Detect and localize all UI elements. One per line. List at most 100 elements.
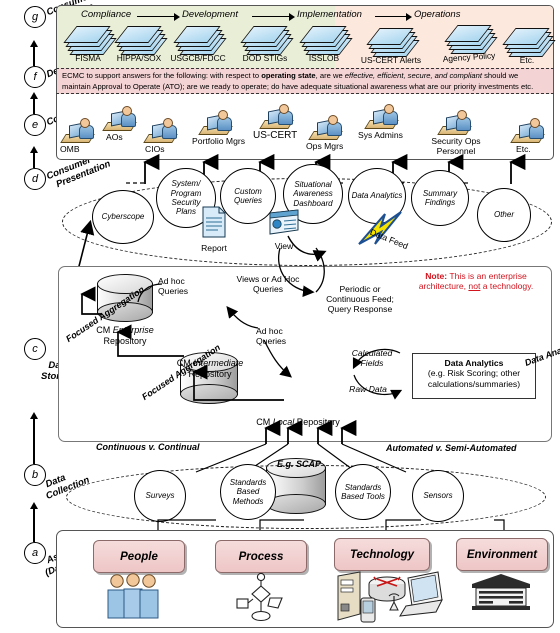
- person-workstation-icon: [60, 118, 96, 144]
- node-label: Other: [493, 210, 514, 220]
- stage-marker-f: f: [24, 66, 46, 88]
- phase-label-compliance: Compliance: [81, 9, 132, 20]
- asset-label: Technology: [349, 548, 415, 561]
- node-label: Custom Queries: [233, 186, 262, 205]
- document-stack-icon: [114, 23, 168, 55]
- asset-label: People: [120, 550, 158, 563]
- person-workstation-icon: [198, 110, 234, 136]
- consumer-security-ops-personnel: Security Ops Personnel: [413, 110, 499, 156]
- presentation-node-cyberscope[interactable]: Cyberscope: [92, 190, 154, 244]
- phase-arrow-1: [137, 11, 180, 23]
- stage-marker-e-letter: e: [31, 119, 39, 131]
- driver-item-fisma: FISMA: [63, 23, 117, 63]
- stage-marker-d: d: [24, 168, 46, 190]
- analytics-exchange-loop: [352, 348, 403, 400]
- presentation-node-summary-findings[interactable]: Summary Findings: [411, 170, 469, 226]
- stage-arrow-e-to-f: [30, 92, 37, 114]
- flowchart-icon: [234, 572, 288, 627]
- node-label: Standards Based Tools: [341, 482, 385, 501]
- driver-item-dod-stigs: DOD STIGs: [235, 23, 295, 63]
- person-workstation-icon: [437, 110, 473, 136]
- data-analytics-box[interactable]: Data Analytics (e.g. Risk Scoring; other…: [412, 353, 536, 399]
- consumer-label: CIOs: [145, 144, 165, 154]
- node-label: Cyberscope: [101, 212, 145, 222]
- driver-item-etc: Etc.: [502, 25, 556, 65]
- asset-box-environment[interactable]: Environment: [456, 538, 548, 571]
- node-label: Situational Awareness Dashboard: [293, 179, 333, 208]
- person-workstation-icon: [364, 104, 400, 130]
- consumer-omb: OMB: [60, 118, 96, 154]
- person-workstation-icon: [510, 118, 546, 144]
- presentation-node-other[interactable]: Other: [477, 188, 531, 242]
- consumer-us-cert: US-CERT: [253, 104, 297, 141]
- devices-icon: [330, 568, 443, 631]
- node-label: Surveys: [145, 491, 175, 501]
- phase-arrow-3: [375, 11, 412, 23]
- asset-label: Environment: [466, 548, 538, 561]
- asset-box-process[interactable]: Process: [215, 540, 307, 573]
- consumer-portfolio-mgrs: Portfolio Mgrs: [192, 110, 245, 146]
- stage-marker-a-letter: a: [31, 547, 39, 559]
- consumer-label: US-CERT: [253, 130, 298, 141]
- decisions-text-qualities: effective, efficient, secure, and compli…: [344, 71, 482, 80]
- artifact-report: Report: [196, 206, 232, 253]
- stage-marker-g: g: [24, 6, 46, 28]
- note-bold-prefix: Note:: [425, 271, 448, 281]
- building-icon: [470, 572, 532, 617]
- consumer-label: Security Ops Personnel: [431, 136, 481, 156]
- phase-label-development: Development: [182, 9, 238, 20]
- asset-box-people[interactable]: People: [93, 540, 185, 573]
- node-label: Data Analytics: [351, 191, 403, 201]
- stage-arrow-f-to-g: [30, 40, 37, 66]
- stage-marker-b: b: [24, 464, 46, 486]
- note-text-b: architecture,: [418, 281, 469, 291]
- asset-box-technology[interactable]: Technology: [334, 538, 430, 571]
- document-stack-icon: [240, 23, 294, 55]
- document-stack-icon: [444, 22, 498, 54]
- driver-item-agency-policy: Agency Policy: [433, 22, 505, 64]
- consumer-label: Etc.: [516, 144, 531, 154]
- document-stack-icon: [173, 23, 227, 55]
- data-analytics-sub2: calculations/summaries): [427, 378, 521, 389]
- decisions-banner: ECMC to support answers for the followin…: [56, 68, 554, 94]
- enterprise-architecture-note: Note: This is an enterprise architecture…: [405, 271, 547, 291]
- document-stack-icon: [502, 25, 556, 57]
- stage-marker-g-letter: g: [31, 11, 39, 23]
- consumer-label: AOs: [106, 132, 123, 142]
- collection-to-storage-connectors: [195, 419, 407, 473]
- person-workstation-icon: [102, 106, 138, 132]
- phase-label-operations: Operations: [414, 9, 461, 20]
- stage-marker-e: e: [24, 114, 46, 136]
- decisions-text-operating-state: operating state: [261, 71, 316, 80]
- consumer-sys-admins: Sys Admins: [358, 104, 403, 140]
- consumer-label: Sys Admins: [358, 130, 403, 140]
- person-workstation-icon: [143, 118, 179, 144]
- artifact-data-feed: Data Feed: [355, 208, 411, 255]
- driver-item-us-cert-alerts: US-CERT Alerts: [355, 25, 427, 65]
- driver-item-isslob: ISSLOB: [298, 23, 353, 63]
- data-analytics-title: Data Analytics: [444, 358, 504, 368]
- decisions-text-a: ECMC to support answers for the followin…: [62, 71, 262, 80]
- note-text-c: a technology.: [480, 281, 534, 291]
- consumer-label: OMB: [60, 144, 80, 154]
- decisions-text-line2: maintain Approval to Operate (ATO); are …: [62, 81, 534, 91]
- data-analytics-sub1: (e.g. Risk Scoring; other: [427, 368, 521, 379]
- stage-marker-c: c: [24, 338, 46, 360]
- artifact-label: Report: [201, 243, 227, 253]
- stage-arrow-a-to-b: [30, 502, 37, 542]
- node-label: Summary Findings: [422, 188, 458, 207]
- people-group-icon: [102, 572, 168, 627]
- consumer-ops-mgrs: Ops Mgrs: [306, 115, 344, 151]
- driver-item-hippa-sox: HIPPA/SOX: [110, 23, 168, 63]
- consumer-cios: CIOs: [143, 118, 179, 154]
- decisions-text-e: should we: [481, 71, 519, 80]
- stage-marker-b-letter: b: [31, 469, 39, 481]
- note-text-not: not: [468, 281, 481, 291]
- node-label: Standards Based Methods: [229, 477, 267, 506]
- consumer-aos: AOs: [102, 106, 138, 142]
- stage-arrow-b-to-c: [30, 412, 37, 464]
- consumer-etc: Etc.: [510, 118, 546, 154]
- stage-marker-c-letter: c: [32, 343, 38, 355]
- driver-item-usgcb-fdcc: USGCB/FDCC: [166, 23, 230, 63]
- consumer-label: Ops Mgrs: [306, 141, 344, 151]
